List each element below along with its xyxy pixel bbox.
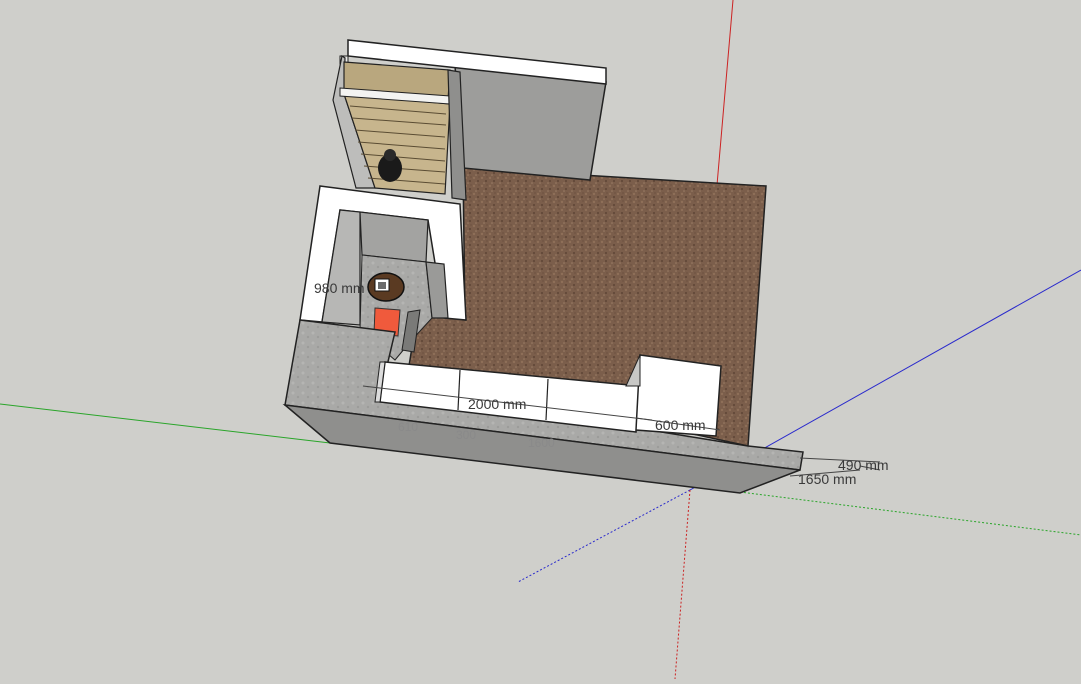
dimension-line-490	[799, 457, 881, 463]
back-wall-face[interactable]	[454, 65, 607, 181]
green-axis-dotted	[739, 491, 1081, 536]
dimension-line-1650	[789, 469, 861, 477]
green-axis	[0, 403, 331, 444]
blue-axis-dotted	[517, 489, 691, 583]
room-inner-back	[359, 211, 429, 263]
modeling-viewport[interactable]: 980 mm 2000 mm 600 mm 490 mm 1650 mm 610…	[0, 0, 1081, 680]
red-axis-dotted	[674, 489, 691, 680]
scene-canvas[interactable]	[0, 0, 1081, 680]
toilet-fixture[interactable]	[367, 272, 405, 302]
red-axis	[716, 0, 734, 186]
